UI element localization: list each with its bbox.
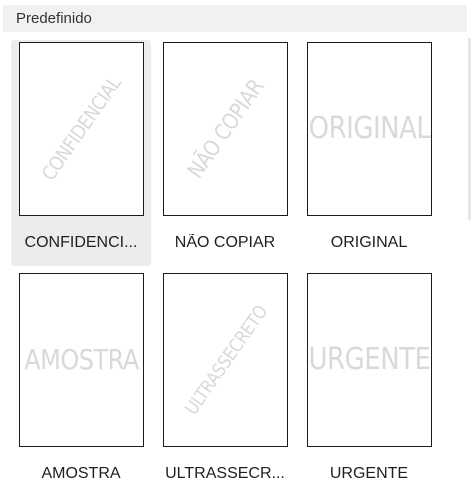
watermark-option-label: URGENTE (329, 465, 409, 482)
watermark-option-label: ULTRASSECR... (165, 465, 285, 482)
watermark-option-urgente[interactable]: URGENTE URGENTE (299, 271, 439, 497)
watermark-preview-page: CONFIDENCIAL (19, 42, 144, 216)
watermark-preview-text: CONFIDENCIAL (37, 72, 126, 186)
watermark-option-amostra[interactable]: AMOSTRA AMOSTRA (11, 271, 151, 497)
watermark-preview-page: ORIGINAL (307, 42, 432, 216)
watermark-option-ultrassecreto[interactable]: ULTRASSECRETO ULTRASSECR... (155, 271, 295, 497)
watermark-preview-page: AMOSTRA (19, 273, 144, 447)
watermark-preview-text: AMOSTRA (24, 343, 139, 377)
watermark-preview-page: URGENTE (307, 273, 432, 447)
watermark-option-label: CONFIDENCI... (24, 234, 138, 251)
watermark-preview-text: URGENTE (308, 342, 431, 378)
watermark-option-nao-copiar[interactable]: NÃO COPIAR NÃO COPIAR (155, 40, 295, 266)
watermark-preview-text: NÃO COPIAR (182, 74, 269, 184)
watermark-gallery: CONFIDENCIAL CONFIDENCI... NÃO COPIAR NÃ… (0, 0, 471, 494)
watermark-option-original[interactable]: ORIGINAL ORIGINAL (299, 40, 439, 266)
watermark-option-label: NÃO COPIAR (174, 234, 276, 251)
watermark-option-label: AMOSTRA (41, 465, 121, 482)
watermark-preview-text: ORIGINAL (308, 111, 431, 147)
watermark-option-label: ORIGINAL (330, 234, 408, 251)
watermark-option-confidencial[interactable]: CONFIDENCIAL CONFIDENCI... (11, 40, 151, 266)
watermark-preview-text: ULTRASSECRETO (179, 301, 272, 419)
watermark-preview-page: ULTRASSECRETO (163, 273, 288, 447)
watermark-preview-page: NÃO COPIAR (163, 42, 288, 216)
